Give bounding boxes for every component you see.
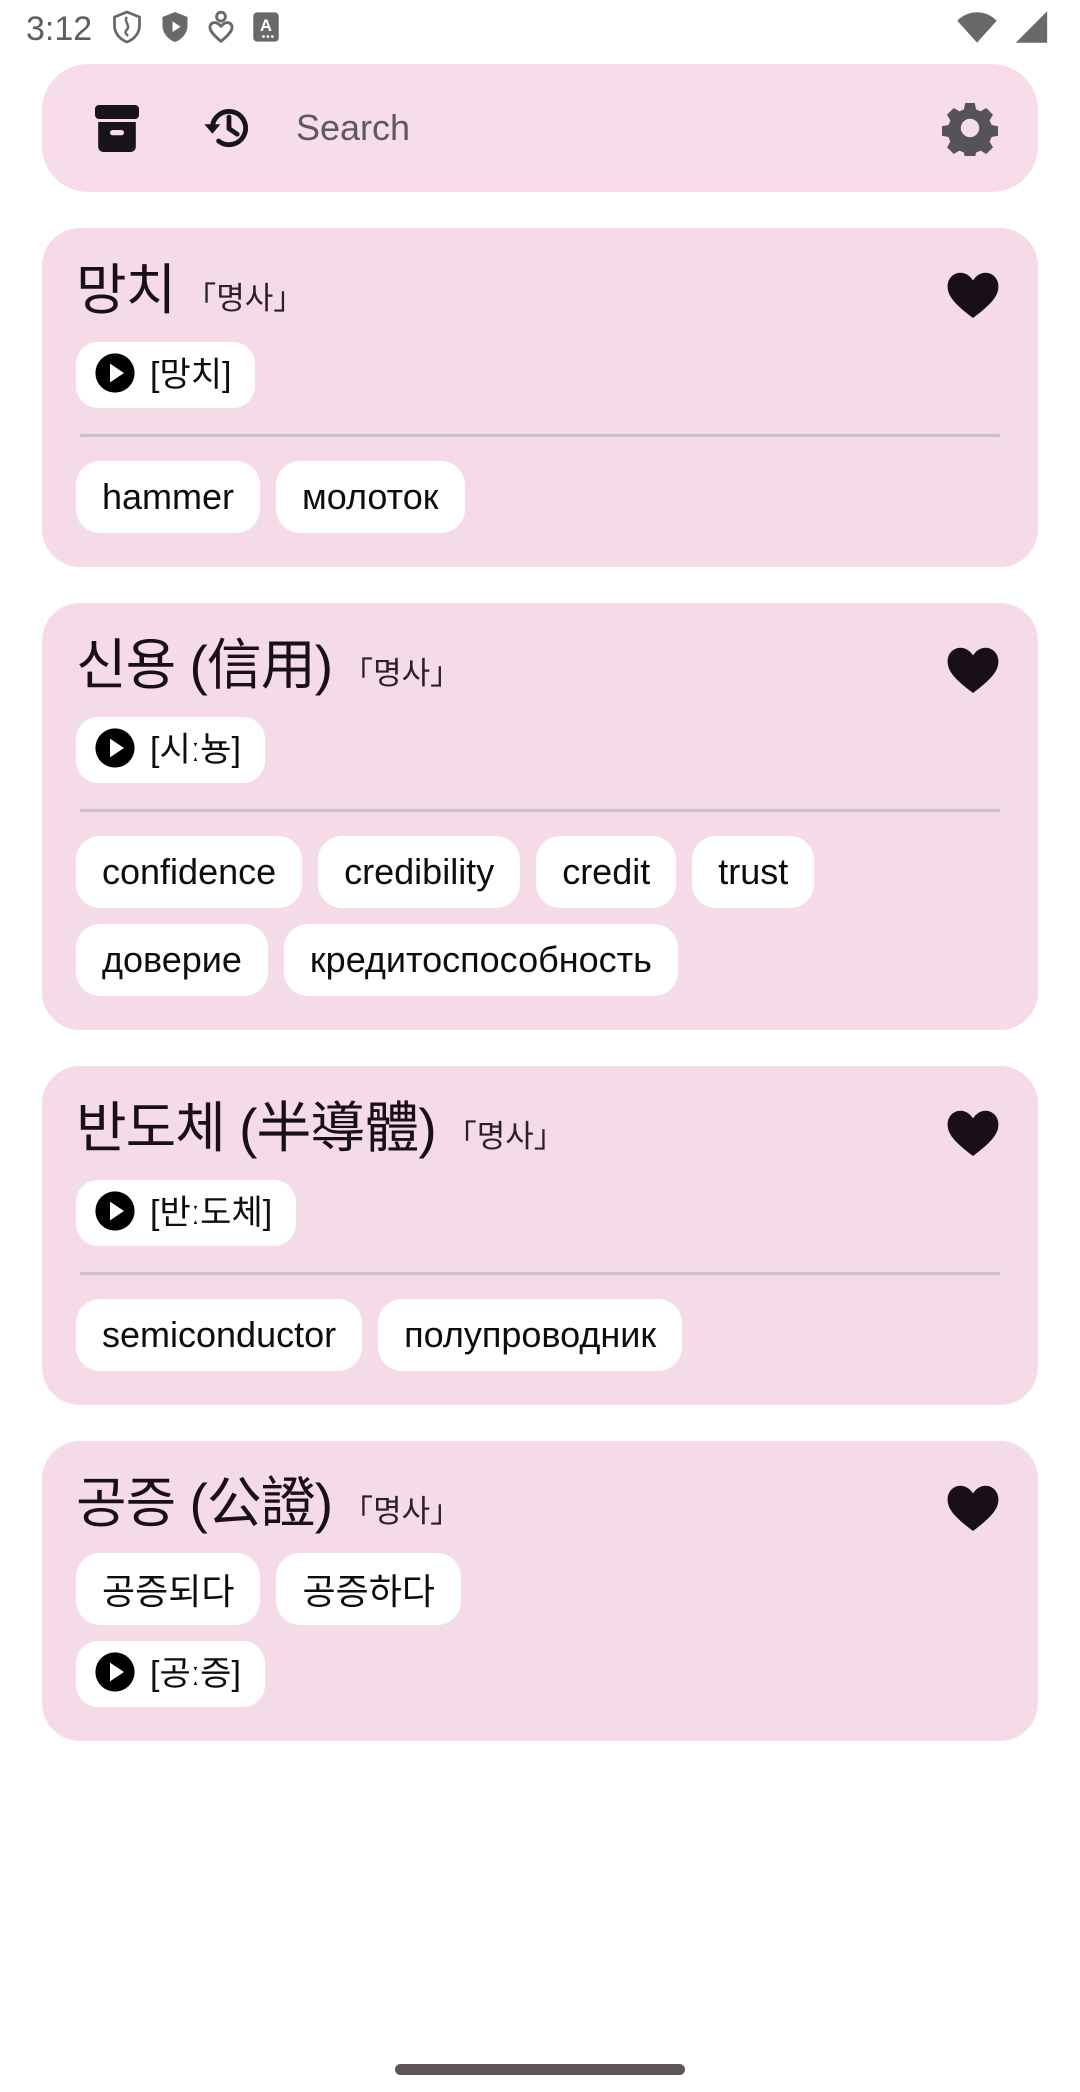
shield-play-icon (160, 10, 190, 49)
svg-text:A: A (260, 15, 272, 34)
translation-chip[interactable]: доверие (76, 924, 268, 996)
card-divider (80, 434, 1000, 437)
shield-outline-icon (112, 10, 142, 49)
person-heart-icon (208, 10, 234, 49)
word-title-row: 반도체 (半導體) 「명사」 (76, 1096, 589, 1161)
related-form-chip[interactable]: 공증하다 (276, 1553, 461, 1625)
status-bar-clock: 3:12 (26, 10, 93, 48)
favorite-heart-icon[interactable] (942, 1477, 1004, 1539)
play-circle-icon[interactable] (94, 1190, 136, 1237)
play-circle-icon[interactable] (94, 352, 136, 399)
pronunciation-chip[interactable]: [반ː도체] (76, 1180, 297, 1246)
word-title-row: 공증 (公證) 「명사」 (76, 1471, 485, 1536)
translation-chip[interactable]: credibility (318, 836, 521, 908)
search-bar-container: Search (0, 64, 1080, 192)
word-card[interactable]: 공증 (公證) 「명사」 공증되다 공증하다 [공ː증] (42, 1441, 1038, 1741)
word-part-of-speech: 「명사」 (342, 656, 462, 691)
search-bar[interactable]: Search (42, 64, 1038, 192)
translation-chip[interactable]: молоток (276, 461, 465, 533)
gear-icon[interactable] (940, 100, 1000, 156)
favorite-heart-icon[interactable] (942, 1102, 1004, 1164)
translation-chip-list: semiconductor полупроводник (76, 1299, 1004, 1371)
play-circle-icon[interactable] (94, 727, 136, 774)
pronunciation-chip[interactable]: [시ː뇽] (76, 717, 265, 783)
search-input[interactable]: Search (296, 107, 940, 149)
word-title-row: 망치 「명사」 (76, 258, 328, 323)
pronunciation-chip[interactable]: [공ː증] (76, 1641, 265, 1707)
pronunciation-row: [시ː뇽] (76, 717, 1004, 783)
archive-box-icon[interactable] (88, 100, 146, 156)
pronunciation-chip[interactable]: [망치] (76, 342, 256, 408)
word-term: 반도체 (半導體) (76, 1097, 437, 1159)
translation-chip-list: confidence credibility credit trust дове… (76, 836, 1004, 996)
word-card[interactable]: 신용 (信用) 「명사」 [시ː뇽] confidence credibilit… (42, 603, 1038, 1030)
translation-chip[interactable]: credit (536, 836, 677, 908)
translation-chip[interactable]: полупроводник (378, 1299, 683, 1371)
word-title-row: 신용 (信用) 「명사」 (76, 633, 485, 698)
pronunciation-text: [망치] (150, 356, 232, 394)
pronunciation-text: [시ː뇽] (150, 731, 241, 769)
translation-chip[interactable]: trust (692, 836, 815, 908)
favorite-heart-icon[interactable] (942, 639, 1004, 701)
translation-chip[interactable]: hammer (76, 461, 261, 533)
card-header: 반도체 (半導體) 「명사」 (76, 1096, 1004, 1164)
card-divider (80, 809, 1000, 812)
word-card-list: 망치 「명사」 [망치] hammer молоток 신용 (信用) 「명사」… (0, 228, 1080, 1741)
translation-chip-list: hammer молоток (76, 461, 1004, 533)
play-circle-icon[interactable] (94, 1651, 136, 1698)
favorite-heart-icon[interactable] (942, 264, 1004, 326)
translation-chip[interactable]: кредитоспособность (283, 924, 678, 996)
history-clock-icon[interactable] (200, 101, 258, 155)
related-form-chip-list: 공증되다 공증하다 (76, 1553, 1004, 1625)
home-gesture-bar (0, 2046, 1080, 2092)
word-part-of-speech: 「명사」 (185, 281, 305, 316)
pronunciation-row: [반ː도체] (76, 1180, 1004, 1246)
wifi-icon (956, 10, 998, 49)
word-term: 신용 (信用) (76, 634, 333, 696)
card-header: 공증 (公證) 「명사」 (76, 1471, 1004, 1539)
status-bar-system-icons (956, 10, 1050, 49)
related-form-chip[interactable]: 공증되다 (76, 1553, 261, 1625)
translation-chip[interactable]: semiconductor (76, 1299, 363, 1371)
status-bar-notification-icons: A (112, 10, 280, 49)
word-part-of-speech: 「명사」 (342, 1494, 462, 1529)
word-term: 망치 (76, 259, 176, 321)
pronunciation-text: [반ː도체] (150, 1194, 273, 1232)
word-term: 공증 (公證) (76, 1472, 333, 1534)
home-gesture-handle[interactable] (395, 2063, 685, 2075)
word-card[interactable]: 반도체 (半導體) 「명사」 [반ː도체] semiconductor полу… (42, 1066, 1038, 1405)
translation-chip[interactable]: confidence (76, 836, 303, 908)
a-badge-icon: A (252, 11, 280, 48)
word-part-of-speech: 「명사」 (445, 1119, 565, 1154)
pronunciation-text: [공ː증] (150, 1655, 241, 1693)
status-bar: 3:12 A (0, 0, 1080, 58)
card-header: 망치 「명사」 (76, 258, 1004, 326)
word-card[interactable]: 망치 「명사」 [망치] hammer молоток (42, 228, 1038, 567)
card-header: 신용 (信用) 「명사」 (76, 633, 1004, 701)
pronunciation-row: [공ː증] (76, 1641, 1004, 1707)
cellular-signal-icon (1010, 10, 1050, 49)
pronunciation-row: [망치] (76, 342, 1004, 408)
card-divider (80, 1272, 1000, 1275)
